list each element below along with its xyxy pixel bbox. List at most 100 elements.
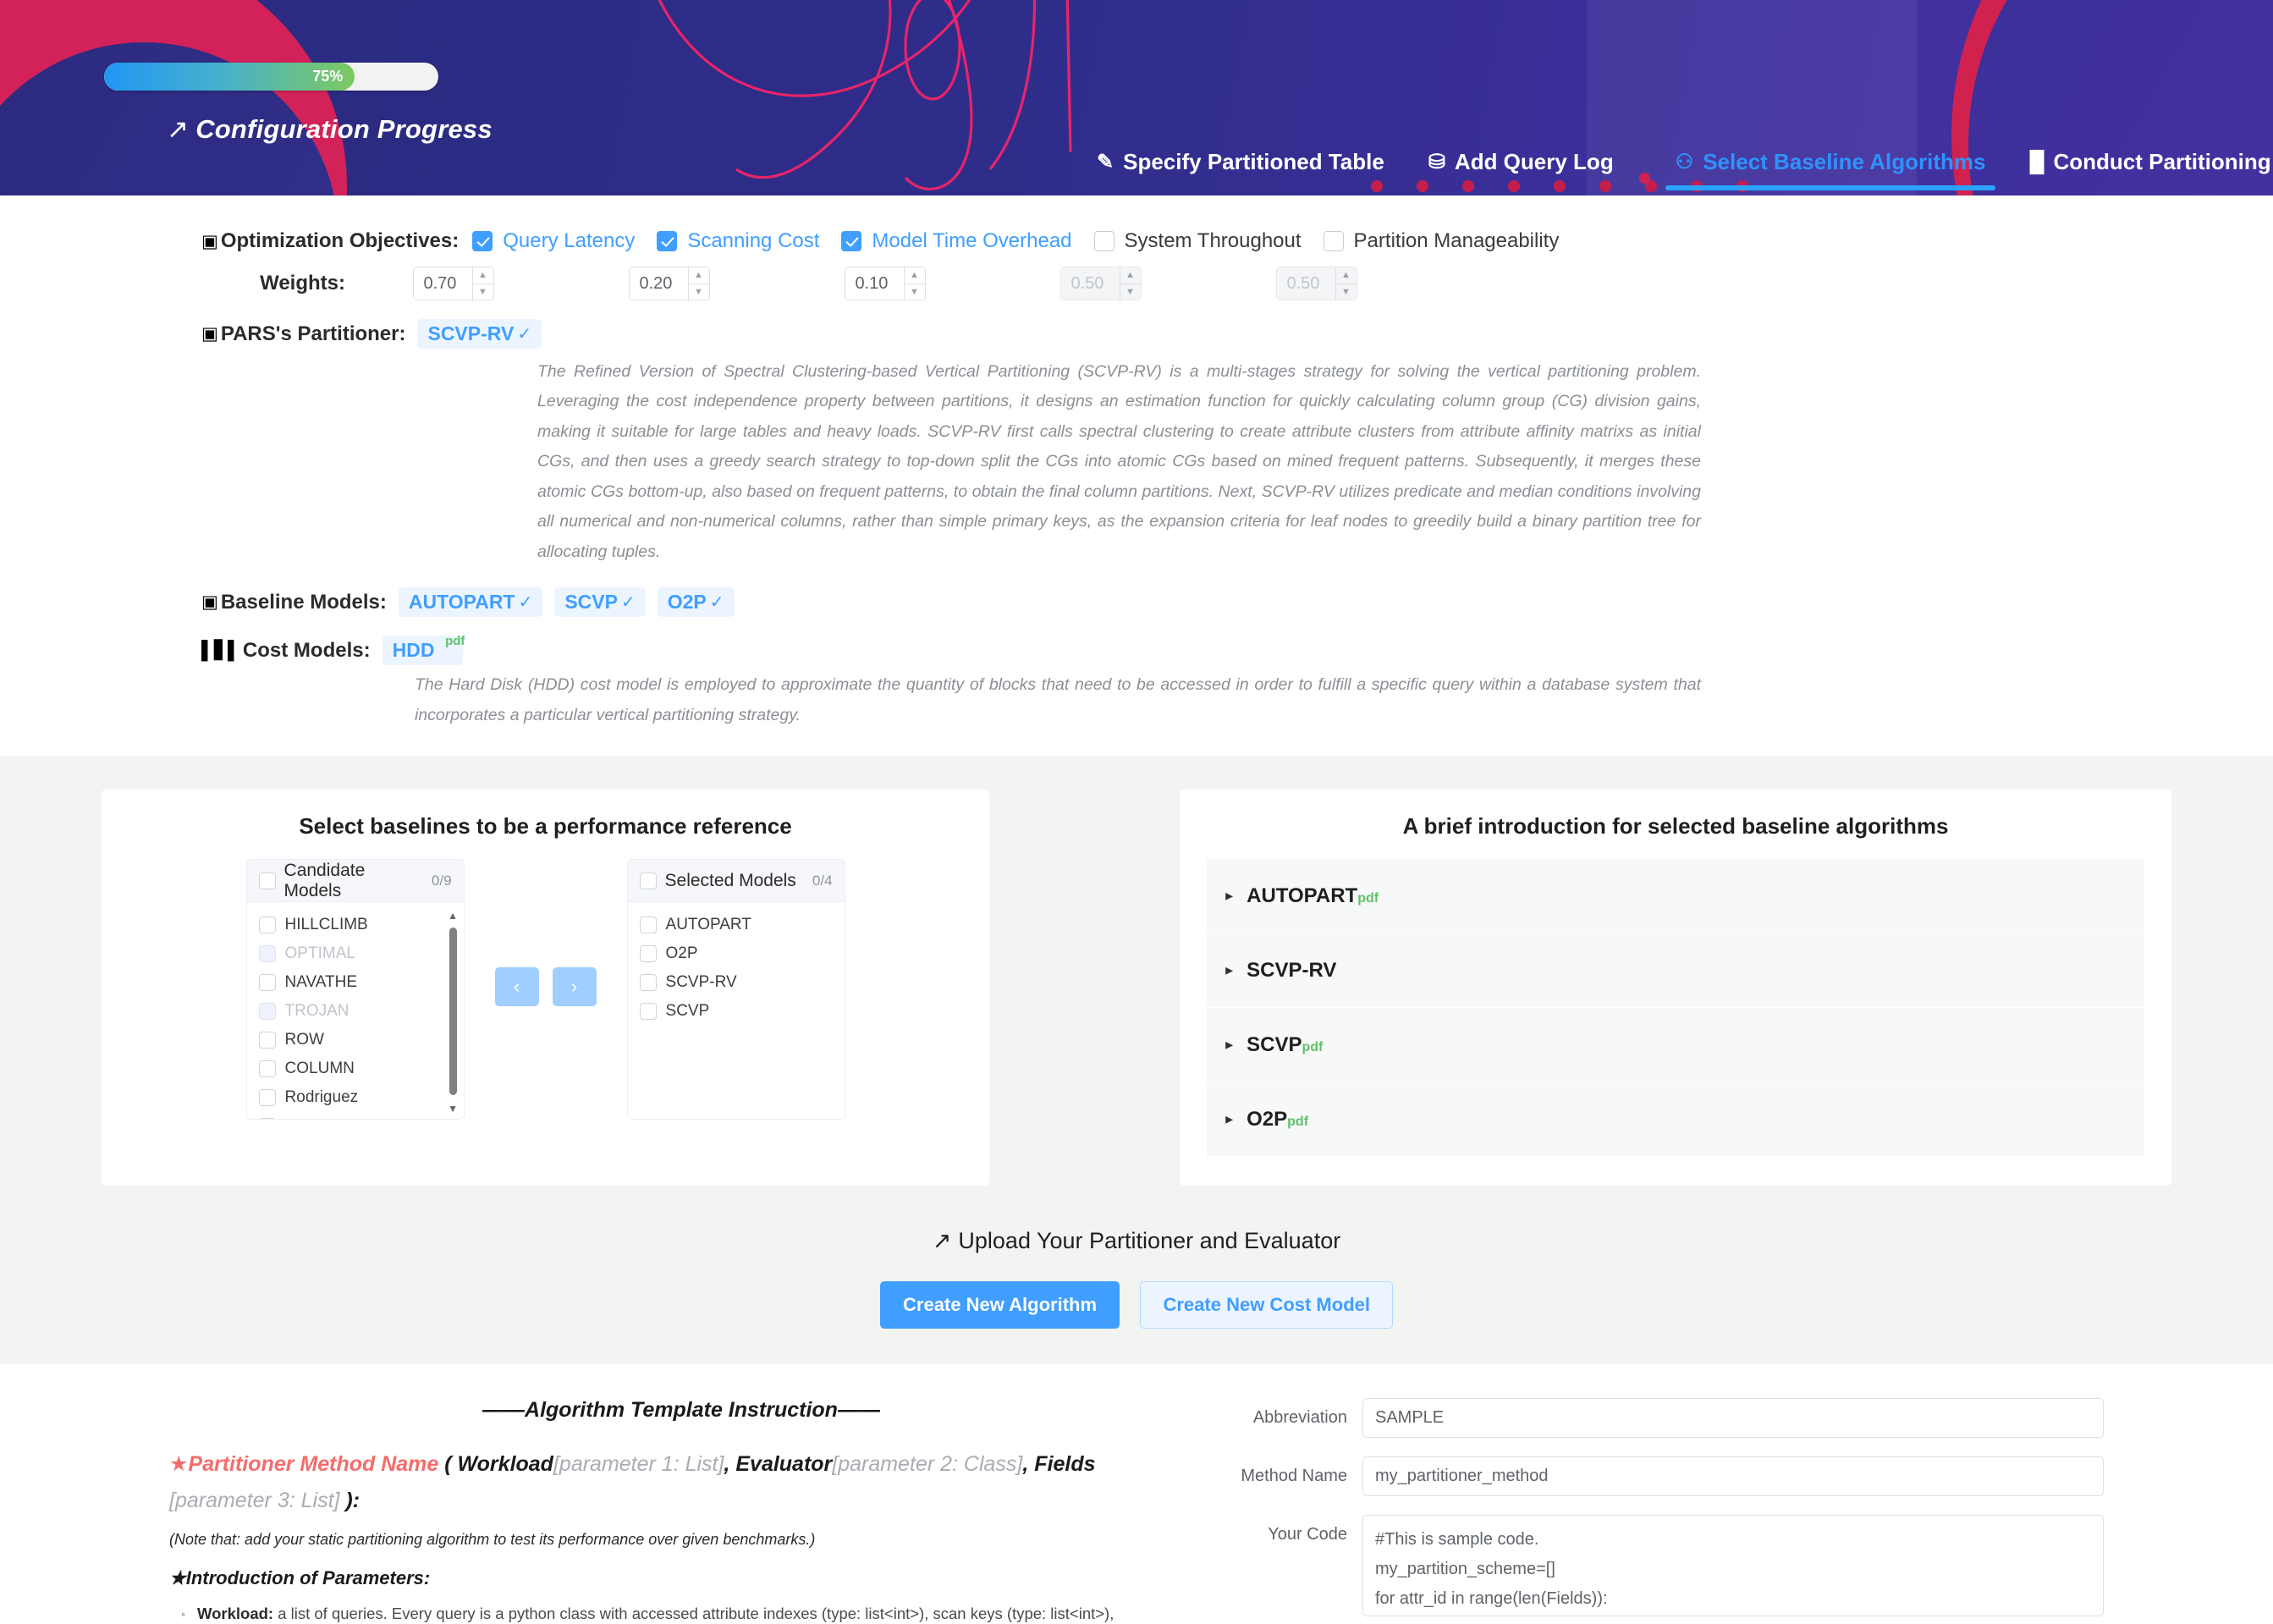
- candidate-item-column[interactable]: COLUMN: [247, 1054, 464, 1083]
- sig-open: (: [438, 1452, 457, 1476]
- stepper-up-icon[interactable]: ▲: [473, 267, 493, 284]
- bar-chart-icon: █: [2029, 151, 2044, 174]
- nav-tab-label: Specify Partitioned Table: [1123, 149, 1384, 175]
- item-checkbox[interactable]: [640, 945, 657, 962]
- baseline-tag-o2p[interactable]: O2P✓: [658, 587, 735, 617]
- item-checkbox[interactable]: [259, 1032, 276, 1049]
- objective-checkbox[interactable]: [1324, 231, 1344, 251]
- stepper-down-icon[interactable]: ▼: [689, 284, 709, 300]
- accordion-item-scvp-rv[interactable]: ▸SCVP-RV: [1207, 933, 2144, 1008]
- partitioner-tag-scvp-rv[interactable]: SCVP-RV ✓: [417, 319, 542, 349]
- stepper-arrows[interactable]: ▲▼: [472, 267, 493, 300]
- candidate-list-scrollbar[interactable]: ▲ ▼: [448, 911, 459, 1114]
- objective-scanning-cost[interactable]: Scanning Cost: [657, 229, 819, 253]
- objective-query-latency[interactable]: Query Latency: [472, 229, 635, 253]
- selected-models-header[interactable]: Selected Models 0/4: [628, 860, 845, 902]
- pdf-badge-icon: pdf: [1357, 891, 1379, 906]
- selected-models-list[interactable]: AUTOPARTO2PSCVP-RVSCVP: [628, 902, 845, 1119]
- layers-icon: ⚇: [1676, 150, 1694, 174]
- nav-tab-select-baseline-algorithms[interactable]: ⚇Select Baseline Algorithms: [1654, 149, 2008, 190]
- scroll-up-icon[interactable]: ▲: [448, 911, 459, 921]
- abbreviation-input[interactable]: [1362, 1398, 2104, 1438]
- objective-checkbox[interactable]: [657, 231, 677, 251]
- method-signature: ★Partitioner Method Name ( Workload[para…: [169, 1446, 1193, 1519]
- configuration-progress-bar[interactable]: 75%: [104, 63, 438, 91]
- weight-stepper-2[interactable]: 0.20▲▼: [629, 267, 710, 300]
- candidate-item-row[interactable]: ROW: [247, 1026, 464, 1054]
- baseline-tag-autopart[interactable]: AUTOPART✓: [399, 587, 542, 617]
- create-new-cost-model-button[interactable]: Create New Cost Model: [1140, 1281, 1393, 1329]
- parameters-intro-title: ★Introduction of Parameters:: [169, 1567, 1193, 1589]
- item-label: Rodriguez: [285, 1088, 359, 1107]
- nav-tab-conduct-partitioning-decision[interactable]: █Conduct Partitioning Decision: [2007, 149, 2273, 190]
- stepper-up-icon[interactable]: ▲: [689, 267, 709, 284]
- item-checkbox[interactable]: [259, 917, 276, 933]
- pdf-badge-icon: pdf: [1287, 1115, 1308, 1129]
- progress-value-label: 75%: [312, 68, 343, 85]
- weight-spinners[interactable]: 0.70▲▼0.20▲▼0.10▲▼0.50▲▼0.50▲▼: [345, 267, 1424, 300]
- stepper-arrows[interactable]: ▲▼: [688, 267, 709, 300]
- selected-item-scvp[interactable]: SCVP: [628, 997, 845, 1026]
- objective-checkbox[interactable]: [472, 231, 493, 251]
- candidate-models-count: 0/9: [432, 873, 452, 889]
- item-checkbox[interactable]: [259, 974, 276, 991]
- item-checkbox[interactable]: [640, 917, 657, 933]
- candidate-item-rodriguez[interactable]: Rodriguez: [247, 1083, 464, 1112]
- cost-model-description: The Hard Disk (HDD) cost model is employ…: [0, 670, 1726, 730]
- item-checkbox[interactable]: [640, 1003, 657, 1020]
- candidate-models-header[interactable]: Candidate Models 0/9: [247, 860, 464, 902]
- accordion-item-o2p[interactable]: ▸O2Ppdf: [1207, 1082, 2144, 1157]
- stepper-down-icon[interactable]: ▼: [905, 284, 925, 300]
- scrollbar-thumb[interactable]: [449, 928, 457, 1095]
- move-left-button[interactable]: ‹: [495, 967, 539, 1006]
- wizard-step-nav[interactable]: ✎Specify Partitioned Table⛁Add Query Log…: [1075, 149, 2273, 190]
- algorithm-accordion[interactable]: ▸AUTOPARTpdf▸SCVP-RV▸SCVPpdf▸O2Ppdf: [1180, 859, 2171, 1157]
- selected-item-autopart[interactable]: AUTOPART: [628, 911, 845, 939]
- weight-stepper-3[interactable]: 0.10▲▼: [845, 267, 926, 300]
- stepper-up-icon[interactable]: ▲: [905, 267, 925, 284]
- item-label: OPTIMAL: [285, 944, 355, 963]
- objective-partition-manageability[interactable]: Partition Manageability: [1324, 229, 1560, 253]
- cost-model-tag-hdd[interactable]: HDD pdf: [383, 636, 464, 665]
- item-label: ROW: [285, 1031, 324, 1049]
- objective-label: System Throughout: [1125, 229, 1302, 253]
- candidate-item-hillclimb[interactable]: HILLCLIMB: [247, 911, 464, 939]
- your-code-textarea[interactable]: #This is sample code. my_partition_schem…: [1362, 1515, 2104, 1616]
- pars-partitioner-label: PARS's Partitioner:: [221, 322, 406, 346]
- accordion-item-autopart[interactable]: ▸AUTOPARTpdf: [1207, 859, 2144, 933]
- optimization-objectives-label: Optimization Objectives:: [221, 229, 459, 253]
- objective-checkbox[interactable]: [841, 231, 861, 251]
- objective-system-throughout[interactable]: System Throughout: [1094, 229, 1302, 253]
- objective-checkbox[interactable]: [1094, 231, 1114, 251]
- candidate-item-navathe[interactable]: NAVATHE: [247, 968, 464, 997]
- item-checkbox[interactable]: [259, 1118, 276, 1119]
- baseline-tag-scvp[interactable]: SCVP✓: [554, 587, 645, 617]
- transfer-card: Select baselines to be a performance ref…: [102, 790, 989, 1186]
- create-new-algorithm-button[interactable]: Create New Algorithm: [880, 1281, 1120, 1329]
- item-checkbox[interactable]: [640, 974, 657, 991]
- transfer-buttons[interactable]: ‹ ›: [495, 859, 597, 1006]
- star-icon: ★: [169, 1567, 186, 1588]
- candidate-models-list[interactable]: HILLCLIMBOPTIMALNAVATHETROJANROWCOLUMNRo…: [247, 902, 464, 1119]
- selected-item-scvp-rv[interactable]: SCVP-RV: [628, 968, 845, 997]
- candidate-select-all-checkbox[interactable]: [259, 873, 276, 889]
- weight-stepper-1[interactable]: 0.70▲▼: [413, 267, 494, 300]
- stepper-arrows[interactable]: ▲▼: [904, 267, 925, 300]
- selected-select-all-checkbox[interactable]: [640, 873, 657, 889]
- baseline-tag-label: O2P: [668, 591, 707, 614]
- scroll-down-icon[interactable]: ▼: [448, 1104, 459, 1114]
- candidate-item-hyf[interactable]: HYF: [247, 1112, 464, 1119]
- accordion-item-scvp[interactable]: ▸SCVPpdf: [1207, 1008, 2144, 1082]
- method-name-input[interactable]: [1362, 1456, 2104, 1496]
- item-checkbox[interactable]: [259, 1060, 276, 1077]
- objective-model-time-overhead[interactable]: Model Time Overhead: [841, 229, 1071, 253]
- move-right-button[interactable]: ›: [553, 967, 597, 1006]
- upload-title-text: Upload Your Partitioner and Evaluator: [958, 1228, 1340, 1253]
- item-checkbox[interactable]: [259, 1089, 276, 1106]
- weight-stepper-5: 0.50▲▼: [1276, 267, 1357, 300]
- nav-tab-specify-partitioned-table[interactable]: ✎Specify Partitioned Table: [1075, 149, 1406, 190]
- nav-tab-add-query-log[interactable]: ⛁Add Query Log: [1406, 149, 1636, 190]
- weight-value: 0.70: [414, 267, 472, 300]
- selected-item-o2p[interactable]: O2P: [628, 939, 845, 968]
- stepper-down-icon[interactable]: ▼: [473, 284, 493, 300]
